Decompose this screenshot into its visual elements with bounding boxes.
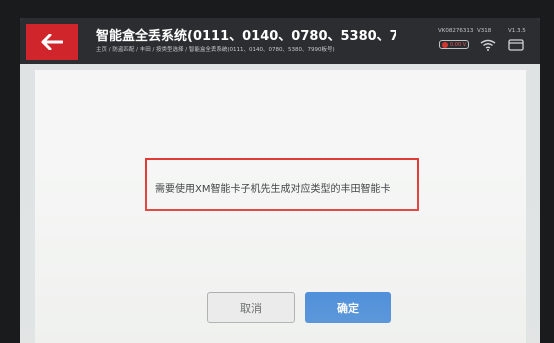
confirm-button[interactable]: 确定: [305, 292, 391, 323]
hardware-version: V318: [477, 28, 492, 34]
wifi-icon: [480, 39, 496, 51]
message-dialog: 需要使用XM智能卡子机先生成对应类型的丰田智能卡 取消 确定: [35, 70, 526, 343]
cancel-button[interactable]: 取消: [207, 292, 295, 323]
screen: 智能盒全丢系统(0111、0140、0780、5380、7··· 主页 / 防盗…: [20, 18, 540, 343]
battery-voltage: 0.00 V: [450, 41, 467, 48]
device-frame: 智能盒全丢系统(0111、0140、0780、5380、7··· 主页 / 防盗…: [0, 0, 554, 343]
software-version: V1.3.5: [508, 28, 526, 34]
back-button[interactable]: [26, 24, 78, 60]
arrow-left-icon: [41, 34, 63, 50]
page-title: 智能盒全丢系统(0111、0140、0780、5380、7···: [96, 29, 396, 44]
dialog-message: 需要使用XM智能卡子机先生成对应类型的丰田智能卡: [155, 184, 391, 195]
top-bar: 智能盒全丢系统(0111、0140、0780、5380、7··· 主页 / 防盗…: [20, 18, 540, 64]
serial-number: VK08276313: [438, 28, 474, 34]
tab-switch-icon[interactable]: [508, 39, 524, 51]
battery-icon: [442, 41, 448, 48]
battery-indicator: 0.00 V: [439, 40, 469, 49]
breadcrumb: 主页 / 防盗匹配 / 丰田 / 按类型选择 / 智能盒全丢系统(0111、01…: [96, 47, 335, 53]
